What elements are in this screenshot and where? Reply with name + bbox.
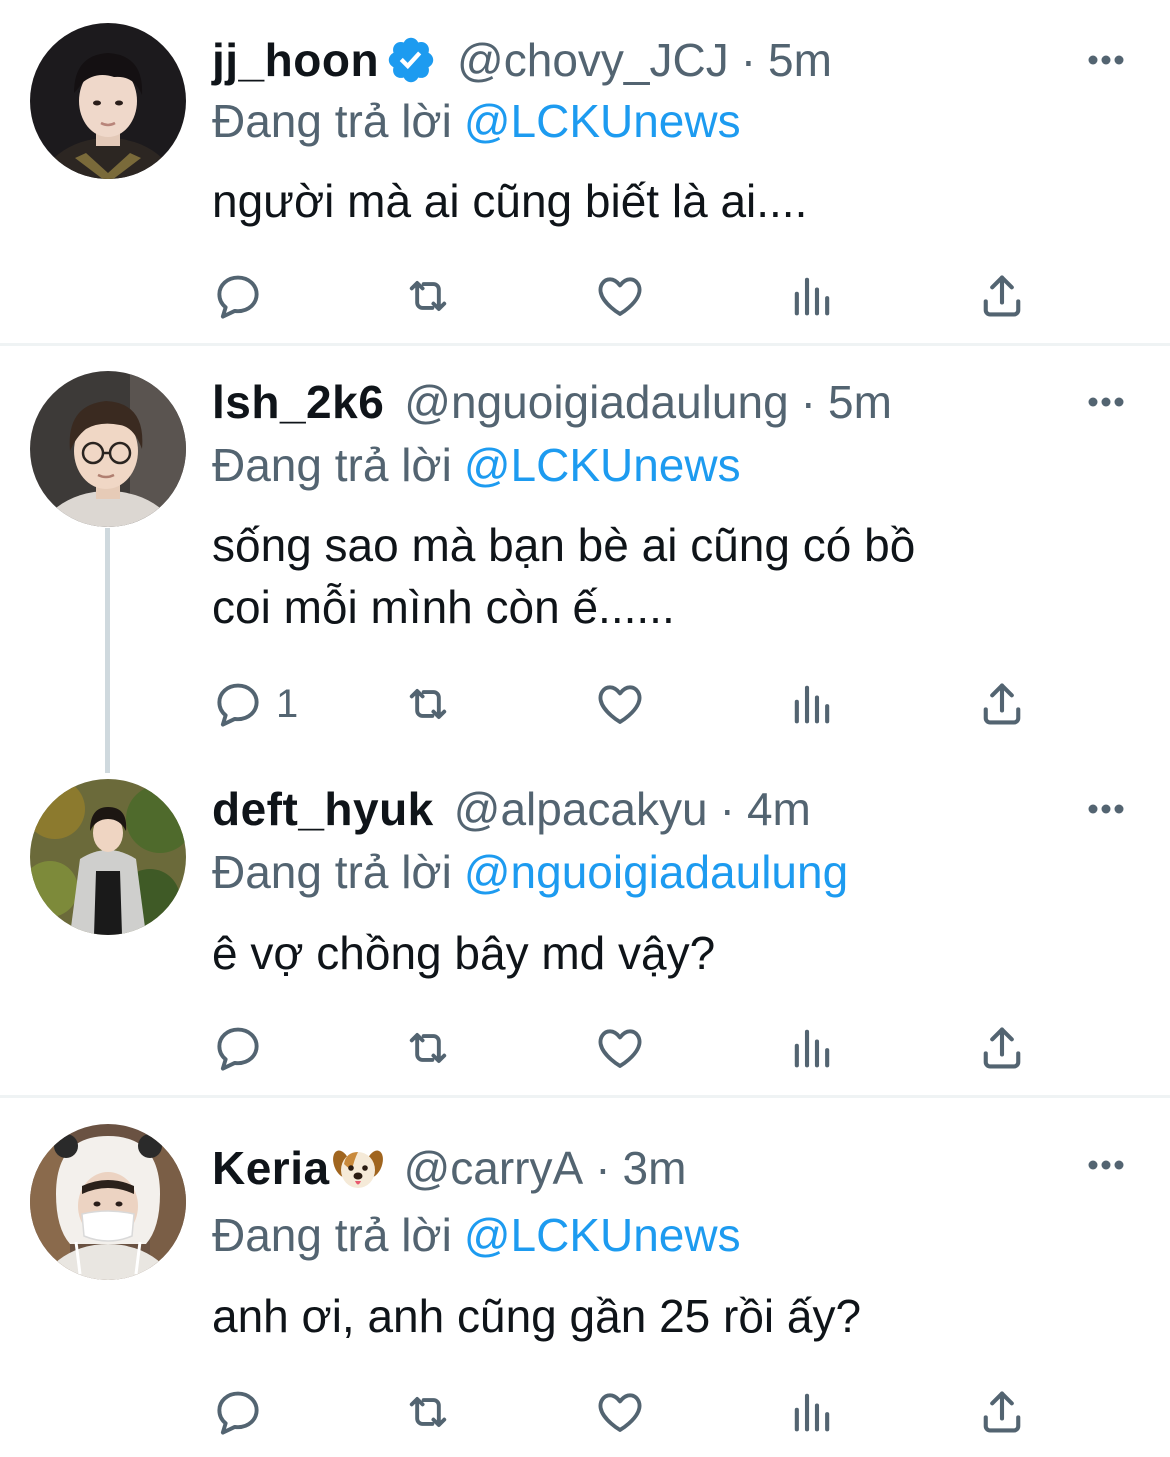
retweet-icon	[409, 689, 447, 719]
replying-to: Đang trả lời @LCKUnews	[212, 91, 741, 151]
speech-bubble-icon	[217, 683, 259, 727]
tweet-text: ê vợ chồng bây md vậy?	[212, 927, 716, 979]
more-dots-icon[interactable]	[1086, 1155, 1126, 1175]
heart-icon	[598, 685, 642, 724]
avatar[interactable]	[30, 1124, 186, 1280]
share-button[interactable]	[976, 1020, 1028, 1076]
speech-bubble-icon	[217, 1027, 259, 1071]
reply-button[interactable]	[212, 1384, 276, 1440]
retweet-button[interactable]	[402, 268, 454, 324]
timestamp[interactable]: 5m	[768, 30, 832, 90]
user-handle[interactable]: @carryA	[404, 1138, 584, 1198]
replying-to: Đang trả lời @LCKUnews	[212, 1205, 741, 1265]
separator-dot: ·	[595, 1142, 611, 1194]
like-button[interactable]	[594, 268, 646, 324]
tweet-text: sống sao mà bạn bè ai cũng có bồ coi mỗi…	[212, 519, 916, 633]
display-name[interactable]: lsh_2k6	[212, 372, 384, 432]
replying-to-label: Đang trả lời	[212, 439, 452, 491]
display-name[interactable]: deft_hyuk	[212, 779, 434, 839]
tweet-text: người mà ai cũng biết là ai....	[212, 175, 808, 227]
heart-icon	[598, 1029, 642, 1068]
mention-link[interactable]: @LCKUnews	[464, 95, 741, 147]
views-button[interactable]	[786, 268, 838, 324]
retweet-icon	[409, 1033, 447, 1063]
replying-to-label: Đang trả lời	[212, 846, 452, 898]
tweet[interactable]: deft_hyuk @alpacakyu · 4m Đang trả lời @n…	[0, 752, 1170, 1095]
avatar[interactable]	[30, 23, 186, 179]
bar-chart-icon	[794, 685, 830, 724]
speech-bubble-icon	[217, 1391, 259, 1435]
separator-dot: ·	[800, 376, 816, 428]
reply-button[interactable]: 1	[212, 676, 298, 732]
user-handle[interactable]: @nguoigiadaulung	[404, 372, 788, 432]
separator-dot: ·	[740, 34, 757, 86]
tweet[interactable]: Keria @carryA · 3m Đang trả lời @LCKUnews…	[0, 1098, 1170, 1457]
replying-to: Đang trả lời @nguoigiadaulung	[212, 842, 848, 902]
share-upload-icon	[983, 1391, 1021, 1433]
views-button[interactable]	[786, 1020, 838, 1076]
replying-to: Đang trả lời @LCKUnews	[212, 435, 741, 495]
retweet-icon	[409, 1397, 447, 1427]
mention-link[interactable]: @nguoigiadaulung	[464, 846, 848, 898]
tweet-actions: 1	[212, 676, 1042, 732]
bar-chart-icon	[794, 1393, 830, 1432]
replying-to-label: Đang trả lời	[212, 95, 452, 147]
tweet-actions	[212, 1384, 1042, 1440]
like-button[interactable]	[594, 1384, 646, 1440]
bar-chart-icon	[794, 1029, 830, 1068]
like-button[interactable]	[594, 1020, 646, 1076]
reply-button[interactable]	[212, 1020, 276, 1076]
avatar[interactable]	[30, 371, 186, 527]
user-handle[interactable]: @alpacakyu	[454, 779, 708, 839]
share-button[interactable]	[976, 676, 1028, 732]
like-button[interactable]	[594, 676, 646, 732]
timestamp[interactable]: 3m	[623, 1138, 687, 1198]
heart-icon	[598, 277, 642, 316]
reply-button[interactable]	[212, 268, 276, 324]
mention-link[interactable]: @LCKUnews	[464, 1209, 741, 1261]
more-dots-icon[interactable]	[1086, 799, 1126, 819]
display-name[interactable]: Keria	[212, 1138, 330, 1198]
separator-dot: ·	[719, 783, 735, 835]
retweet-icon	[409, 281, 447, 311]
retweet-button[interactable]	[402, 1384, 454, 1440]
tweet-actions	[212, 268, 1042, 324]
share-upload-icon	[983, 275, 1021, 317]
tweet-actions	[212, 1020, 1042, 1076]
reply-count: 1	[276, 681, 299, 726]
mention-link[interactable]: @LCKUnews	[464, 439, 741, 491]
views-button[interactable]	[786, 1384, 838, 1440]
speech-bubble-icon	[217, 275, 259, 319]
more-dots-icon[interactable]	[1086, 392, 1126, 412]
timestamp[interactable]: 5m	[828, 372, 892, 432]
dog-face-emoji	[332, 1150, 383, 1188]
display-name[interactable]: jj_hoon	[212, 30, 379, 90]
retweet-button[interactable]	[402, 676, 454, 732]
heart-icon	[598, 1393, 642, 1432]
avatar[interactable]	[30, 779, 186, 935]
more-dots-icon[interactable]	[1086, 50, 1126, 70]
share-upload-icon	[983, 1027, 1021, 1069]
timestamp[interactable]: 4m	[747, 779, 811, 839]
bar-chart-icon	[794, 277, 830, 316]
verified-badge-icon	[388, 37, 434, 83]
share-button[interactable]	[976, 268, 1028, 324]
replying-to-label: Đang trả lời	[212, 1209, 452, 1261]
views-button[interactable]	[786, 676, 838, 732]
tweet[interactable]: jj_hoon @chovy_JCJ · 5m Đang trả lời @LCK…	[0, 0, 1170, 345]
share-button[interactable]	[976, 1384, 1028, 1440]
tweet-text: anh ơi, anh cũng gần 25 rồi ấy?	[212, 1290, 862, 1342]
share-upload-icon	[983, 683, 1021, 725]
user-handle[interactable]: @chovy_JCJ	[457, 30, 729, 90]
retweet-button[interactable]	[402, 1020, 454, 1076]
tweet[interactable]: lsh_2k6 @nguoigiadaulung · 5m Đang trả l…	[0, 346, 1170, 751]
